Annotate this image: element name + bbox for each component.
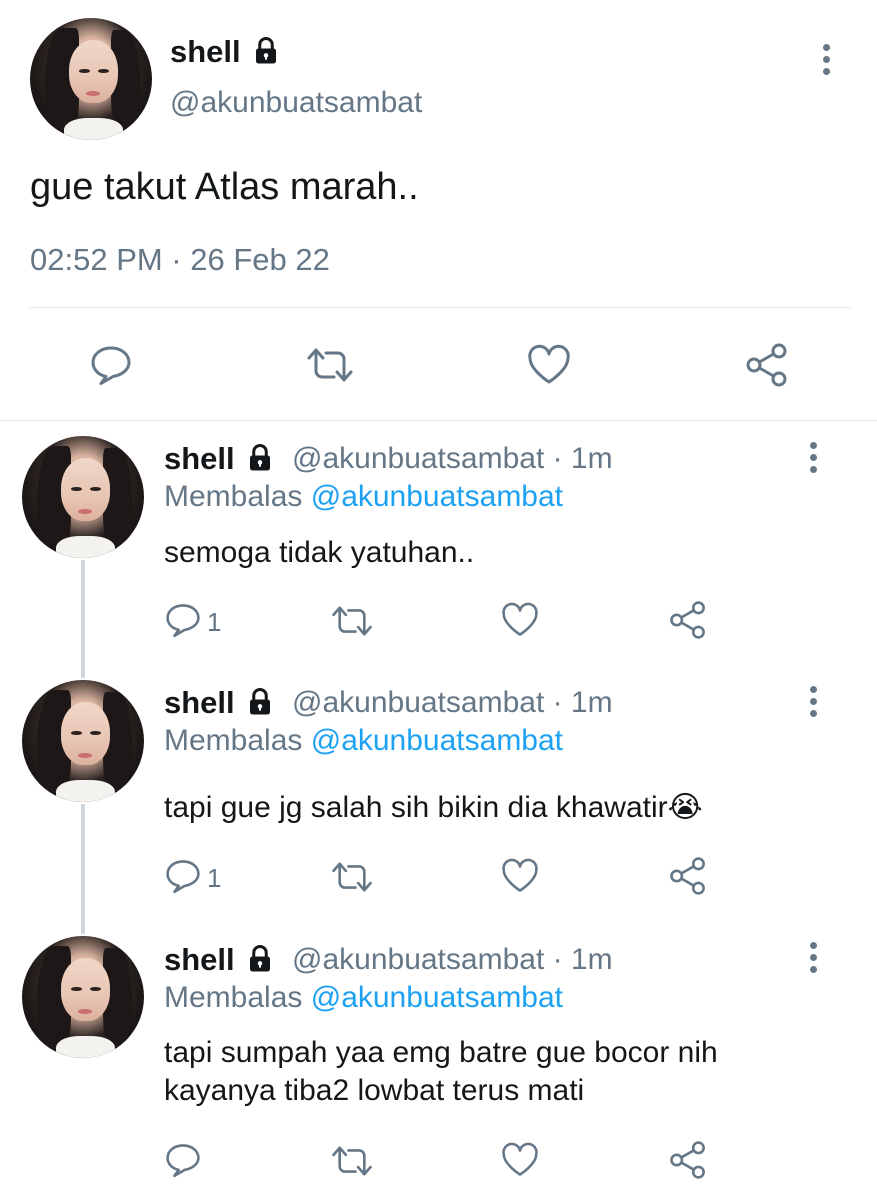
replying-to: Membalas @akunbuatsambat (164, 981, 563, 1015)
display-name-text: shell (164, 685, 235, 720)
retweet-icon[interactable] (330, 860, 374, 894)
divider (0, 420, 877, 421)
display-name[interactable]: shell (170, 34, 281, 70)
display-name[interactable]: shell (164, 942, 275, 978)
share-icon[interactable] (668, 856, 708, 896)
reply-count: 1 (207, 863, 222, 893)
replying-to: Membalas @akunbuatsambat (164, 480, 563, 514)
tweet-text-line: tapi sumpah yaa emg batre gue bocor nih (164, 1036, 718, 1069)
replying-label: Membalas (164, 981, 303, 1014)
display-name-text: shell (164, 441, 235, 476)
heart-icon[interactable] (500, 858, 540, 894)
reply-bubble-icon[interactable] (164, 858, 202, 894)
more-vertical-icon[interactable] (809, 442, 819, 478)
replying-label: Membalas (164, 480, 303, 513)
retweet-icon[interactable] (330, 604, 374, 638)
share-icon[interactable] (668, 600, 708, 640)
heart-icon[interactable] (526, 344, 572, 386)
lock-icon (250, 687, 271, 715)
display-name-text: shell (164, 942, 235, 977)
avatar[interactable] (22, 680, 144, 802)
tweet-text-line: kayanya tiba2 lowbat terus mati (164, 1074, 585, 1107)
avatar[interactable] (22, 436, 144, 558)
avatar[interactable] (22, 936, 144, 1058)
tweet-text: gue takut Atlas marah.. (30, 166, 419, 208)
divider (30, 307, 850, 308)
retweet-icon[interactable] (330, 1144, 374, 1178)
handle-time[interactable]: @akunbuatsambat · 1m (292, 442, 613, 476)
handle[interactable]: @akunbuatsambat (170, 86, 422, 120)
replying-to-link[interactable]: @akunbuatsambat (311, 724, 563, 757)
share-icon[interactable] (744, 342, 790, 388)
display-name[interactable]: shell (164, 441, 275, 477)
replying-to-link[interactable]: @akunbuatsambat (311, 981, 563, 1014)
replying-label: Membalas (164, 724, 303, 757)
lock-icon (250, 443, 271, 471)
replying-to-link[interactable]: @akunbuatsambat (311, 480, 563, 513)
handle-time[interactable]: @akunbuatsambat · 1m (292, 943, 613, 977)
timestamp[interactable]: 02:52 PM · 26 Feb 22 (30, 242, 330, 278)
heart-icon[interactable] (500, 602, 540, 638)
thread-line (81, 560, 85, 678)
handle-time[interactable]: @akunbuatsambat · 1m (292, 686, 613, 720)
more-vertical-icon[interactable] (809, 686, 819, 722)
display-name[interactable]: shell (164, 685, 275, 721)
reply-count: 1 (207, 607, 222, 637)
reply-bubble-icon[interactable] (164, 602, 202, 638)
lock-icon (250, 944, 271, 972)
share-icon[interactable] (668, 1140, 708, 1180)
tweet-text: tapi gue jg salah sih bikin dia khawatir… (164, 791, 703, 824)
avatar[interactable] (30, 18, 152, 140)
tweet-text: semoga tidak yatuhan.. (164, 536, 475, 569)
thread-line (81, 804, 85, 934)
more-vertical-icon[interactable] (809, 942, 819, 978)
retweet-icon[interactable] (305, 346, 355, 384)
replying-to: Membalas @akunbuatsambat (164, 724, 563, 758)
reply-bubble-icon[interactable] (164, 1142, 202, 1178)
display-name-text: shell (170, 34, 241, 69)
lock-icon (256, 36, 277, 64)
heart-icon[interactable] (500, 1142, 540, 1178)
reply-bubble-icon[interactable] (89, 344, 133, 386)
more-vertical-icon[interactable] (822, 44, 832, 80)
